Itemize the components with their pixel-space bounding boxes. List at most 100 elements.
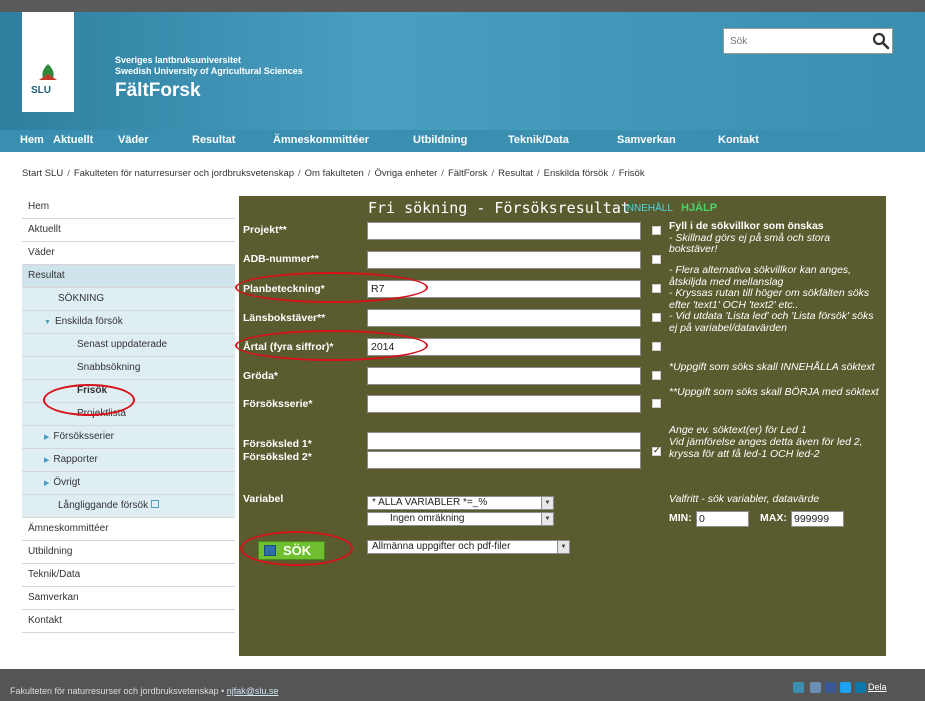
max-label: MAX: <box>760 512 787 524</box>
breadcrumb-item[interactable]: Resultat <box>498 168 533 179</box>
breadcrumb-separator: / <box>298 168 301 179</box>
help-text-9: Valfritt - sök variabler, datavärde <box>669 493 820 505</box>
breadcrumb-item[interactable]: Fakulteten för naturresurser och jordbru… <box>74 168 294 179</box>
search-input[interactable] <box>730 33 860 49</box>
help-text-6: **Uppgift som söks skall BÖRJA med sökte… <box>669 386 879 398</box>
email-share-icon[interactable] <box>793 682 804 693</box>
lans-and-checkbox[interactable] <box>652 313 661 322</box>
nav-vader[interactable]: Väder <box>118 134 149 146</box>
sidebar-item-label: Samverkan <box>28 592 79 603</box>
sidebar-item-amneskommitteer[interactable]: Ämneskommittéer <box>22 518 235 541</box>
artal-and-checkbox[interactable] <box>652 342 661 351</box>
min-label: MIN: <box>669 512 692 524</box>
adb-nummer-field[interactable] <box>367 251 641 269</box>
forsoksled-2-field[interactable] <box>367 451 641 469</box>
chevron-right-icon: ▶ <box>44 480 50 487</box>
help-text-3: - Kryssas rutan till höger om sökfälten … <box>669 287 870 311</box>
nav-amneskommitteer[interactable]: Ämneskommittéer <box>273 134 369 146</box>
max-field[interactable] <box>791 511 844 527</box>
sidebar-item-label: Teknik/Data <box>28 569 81 580</box>
site-title[interactable]: FältForsk <box>115 80 201 102</box>
annotation-ring-frisok <box>43 384 135 416</box>
output-select[interactable]: Allmänna uppgifter och pdf-filer ▼ <box>367 540 570 554</box>
projekt-field[interactable] <box>367 222 641 240</box>
nav-utbildning[interactable]: Utbildning <box>413 134 467 146</box>
sidebar-item-label: Utbildning <box>28 546 73 557</box>
label-forsoksled-1: Försöksled 1* <box>243 438 312 450</box>
sidebar-item-aktuellt[interactable]: Aktuellt <box>22 219 235 242</box>
lansbokstaver-field[interactable] <box>367 309 641 327</box>
sidebar-item-label: Försöksserier <box>53 431 114 442</box>
innehall-link[interactable]: INNEHÅLL <box>624 203 673 214</box>
adb-and-checkbox[interactable] <box>652 255 661 264</box>
sidebar-item-rapporter[interactable]: ▶ Rapporter <box>22 449 235 472</box>
twitter-icon[interactable] <box>840 682 851 693</box>
breadcrumb-item[interactable]: FältForsk <box>448 168 488 179</box>
led-and-checkbox[interactable] <box>652 445 661 456</box>
facebook-icon[interactable] <box>825 682 836 693</box>
logo-text: SLU <box>31 85 51 96</box>
sidebar-item-teknik-data[interactable]: Teknik/Data <box>22 564 235 587</box>
hjalp-link[interactable]: HJÄLP <box>681 202 717 214</box>
sidebar-item-resultat[interactable]: Resultat <box>22 265 235 288</box>
annotation-ring-planbeteckning <box>235 272 428 303</box>
breadcrumb-item[interactable]: Enskilda försök <box>544 168 608 179</box>
sidebar-item-samverkan[interactable]: Samverkan <box>22 587 235 610</box>
nav-teknik-data[interactable]: Teknik/Data <box>508 134 569 146</box>
print-icon[interactable] <box>810 682 821 693</box>
breadcrumb: Start SLU / Fakulteten för naturresurser o… <box>22 168 645 179</box>
forsoksserie-field[interactable] <box>367 395 641 413</box>
sidebar-item-snabbsokning[interactable]: Snabbsökning <box>22 357 235 380</box>
sidebar-item-vader[interactable]: Väder <box>22 242 235 265</box>
sidebar-item-utbildning[interactable]: Utbildning <box>22 541 235 564</box>
breadcrumb-separator: / <box>537 168 540 179</box>
sidebar-item-label: Enskilda försök <box>54 316 123 327</box>
chevron-down-icon: ▼ <box>541 497 553 509</box>
forsoksled-1-field[interactable] <box>367 432 641 450</box>
university-name-en: Swedish University of Agricultural Scien… <box>115 66 303 76</box>
breadcrumb-separator: / <box>67 168 70 179</box>
sidebar-item-kontakt[interactable]: Kontakt <box>22 610 235 633</box>
sidebar-item-sokning[interactable]: SÖKNING <box>22 288 235 311</box>
dela-link[interactable]: Dela <box>868 682 887 692</box>
footer-email-link[interactable]: njfak@slu.se <box>227 686 279 696</box>
serie-and-checkbox[interactable] <box>652 399 661 408</box>
nav-resultat[interactable]: Resultat <box>192 134 235 146</box>
plan-and-checkbox[interactable] <box>652 284 661 293</box>
annotation-ring-sok <box>240 531 353 566</box>
nav-aktuellt[interactable]: Aktuellt <box>53 134 93 146</box>
nav-kontakt[interactable]: Kontakt <box>718 134 759 146</box>
groda-field[interactable] <box>367 367 641 385</box>
footer-text: Fakulteten för naturresurser och jordbru… <box>10 686 278 696</box>
sidebar-item-label: SÖKNING <box>58 293 105 304</box>
nav-hem[interactable]: Hem <box>20 134 44 146</box>
groda-and-checkbox[interactable] <box>652 371 661 380</box>
breadcrumb-item[interactable]: Om fakulteten <box>305 168 364 179</box>
chevron-right-icon: ▶ <box>44 434 50 441</box>
sidebar-item-label: Snabbsökning <box>77 362 141 373</box>
sidebar-item-ovrigt[interactable]: ▶ Övrigt <box>22 472 235 495</box>
site-footer <box>0 669 925 701</box>
top-navigation: Hem Aktuellt Väder Resultat Ämneskommitt… <box>0 130 925 152</box>
linkedin-icon[interactable] <box>855 682 866 693</box>
sidebar-item-enskilda-forsok[interactable]: ▼ Enskilda försök <box>22 311 235 334</box>
external-link-icon <box>151 500 160 509</box>
projekt-and-checkbox[interactable] <box>652 226 661 235</box>
label-lansbokstaver: Länsbokstäver** <box>243 312 326 324</box>
university-name-sv: Sveriges lantbruksuniversitet <box>115 55 242 65</box>
sidebar-item-langliggande[interactable]: Långliggande försök <box>22 495 235 518</box>
sidebar-item-senast-uppdaterade[interactable]: Senast uppdaterade <box>22 334 235 357</box>
min-field[interactable] <box>696 511 749 527</box>
variabel-select[interactable]: * ALLA VARIABLER *=_% ▼ <box>367 496 554 510</box>
search-icon[interactable] <box>872 32 890 50</box>
sidebar-item-hem[interactable]: Hem <box>22 196 235 219</box>
sidebar-item-forsoksserier[interactable]: ▶ Försöksserier <box>22 426 235 449</box>
breadcrumb-item[interactable]: Start SLU <box>22 168 63 179</box>
omrakning-select[interactable]: Ingen omräkning ▼ <box>367 512 554 526</box>
label-variabel: Variabel <box>243 493 284 505</box>
site-header <box>0 0 925 130</box>
nav-samverkan[interactable]: Samverkan <box>617 134 676 146</box>
sidebar: Hem Aktuellt Väder Resultat SÖKNING ▼ Ens… <box>22 196 235 633</box>
search-box[interactable] <box>723 28 893 54</box>
breadcrumb-item[interactable]: Övriga enheter <box>374 168 437 179</box>
